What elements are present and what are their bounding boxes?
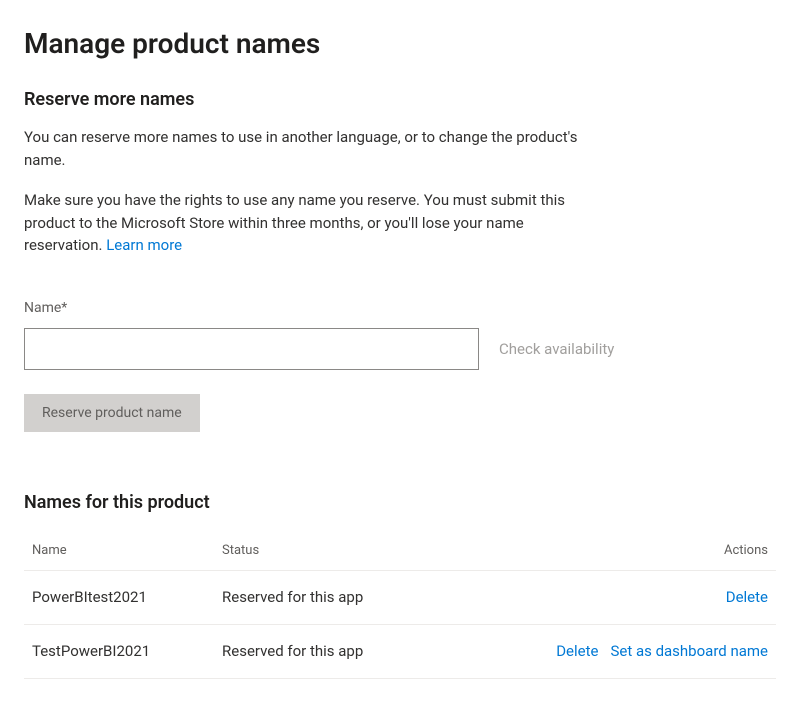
name-input[interactable] <box>24 328 479 370</box>
page-title: Manage product names <box>24 24 776 63</box>
reserve-description-1: You can reserve more names to use in ano… <box>24 126 584 171</box>
names-section-title: Names for this product <box>24 490 776 515</box>
row-status-cell: Reserved for this app <box>214 570 494 624</box>
table-row: PowerBItest2021Reserved for this app Dele… <box>24 570 776 624</box>
column-header-status: Status <box>214 530 494 571</box>
row-actions-cell: Delete Set as dashboard name <box>494 624 776 678</box>
reserve-product-name-button[interactable]: Reserve product name <box>24 394 200 432</box>
names-table: Name Status Actions PowerBItest2021Reser… <box>24 530 776 679</box>
row-name-cell: TestPowerBI2021 <box>24 624 214 678</box>
table-row: TestPowerBI2021Reserved for this appDele… <box>24 624 776 678</box>
reserve-section-title: Reserve more names <box>24 87 776 112</box>
name-field-label: Name* <box>24 299 776 319</box>
set-as-dashboard-name-link[interactable]: Set as dashboard name <box>610 642 768 660</box>
delete-link[interactable]: Delete <box>556 642 598 660</box>
row-name-cell: PowerBItest2021 <box>24 570 214 624</box>
reserve-description-2: Make sure you have the rights to use any… <box>24 189 584 257</box>
column-header-actions: Actions <box>494 530 776 571</box>
row-actions-cell: Delete <box>494 570 776 624</box>
row-status-cell: Reserved for this app <box>214 624 494 678</box>
delete-link[interactable]: Delete <box>726 588 768 606</box>
column-header-name: Name <box>24 530 214 571</box>
check-availability-link[interactable]: Check availability <box>499 339 614 360</box>
learn-more-link[interactable]: Learn more <box>106 236 182 254</box>
